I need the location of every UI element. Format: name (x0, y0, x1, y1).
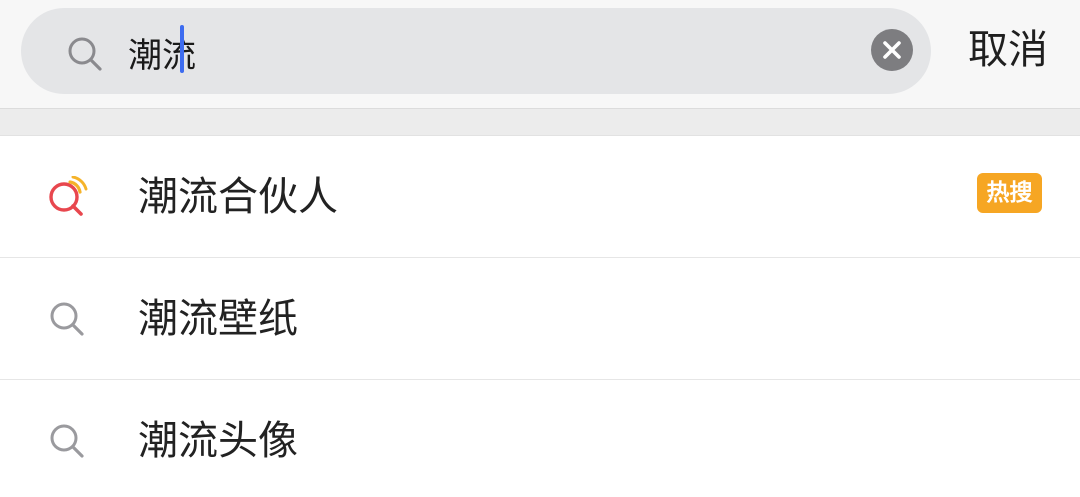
clear-icon[interactable] (871, 29, 913, 71)
suggestion-item[interactable]: 潮流头像 (0, 380, 1080, 497)
suggestion-item[interactable]: 潮流壁纸 (0, 258, 1080, 380)
search-header: 潮流 取消 (0, 0, 1080, 109)
text-caret (180, 25, 184, 73)
suggestion-label: 潮流头像 (138, 418, 298, 464)
section-divider (0, 109, 1080, 136)
search-input[interactable]: 潮流 (21, 8, 931, 94)
search-query-text: 潮流 (128, 36, 196, 76)
hot-badge: 热搜 (977, 173, 1042, 213)
search-icon (65, 34, 105, 74)
suggestion-item[interactable]: 潮流合伙人 热搜 (0, 136, 1080, 258)
suggestion-label: 潮流壁纸 (138, 296, 298, 342)
cancel-button[interactable]: 取消 (968, 22, 1048, 78)
hot-search-icon (46, 175, 88, 218)
search-icon (46, 420, 88, 462)
search-icon (46, 298, 88, 340)
suggestion-label: 潮流合伙人 (138, 174, 338, 220)
